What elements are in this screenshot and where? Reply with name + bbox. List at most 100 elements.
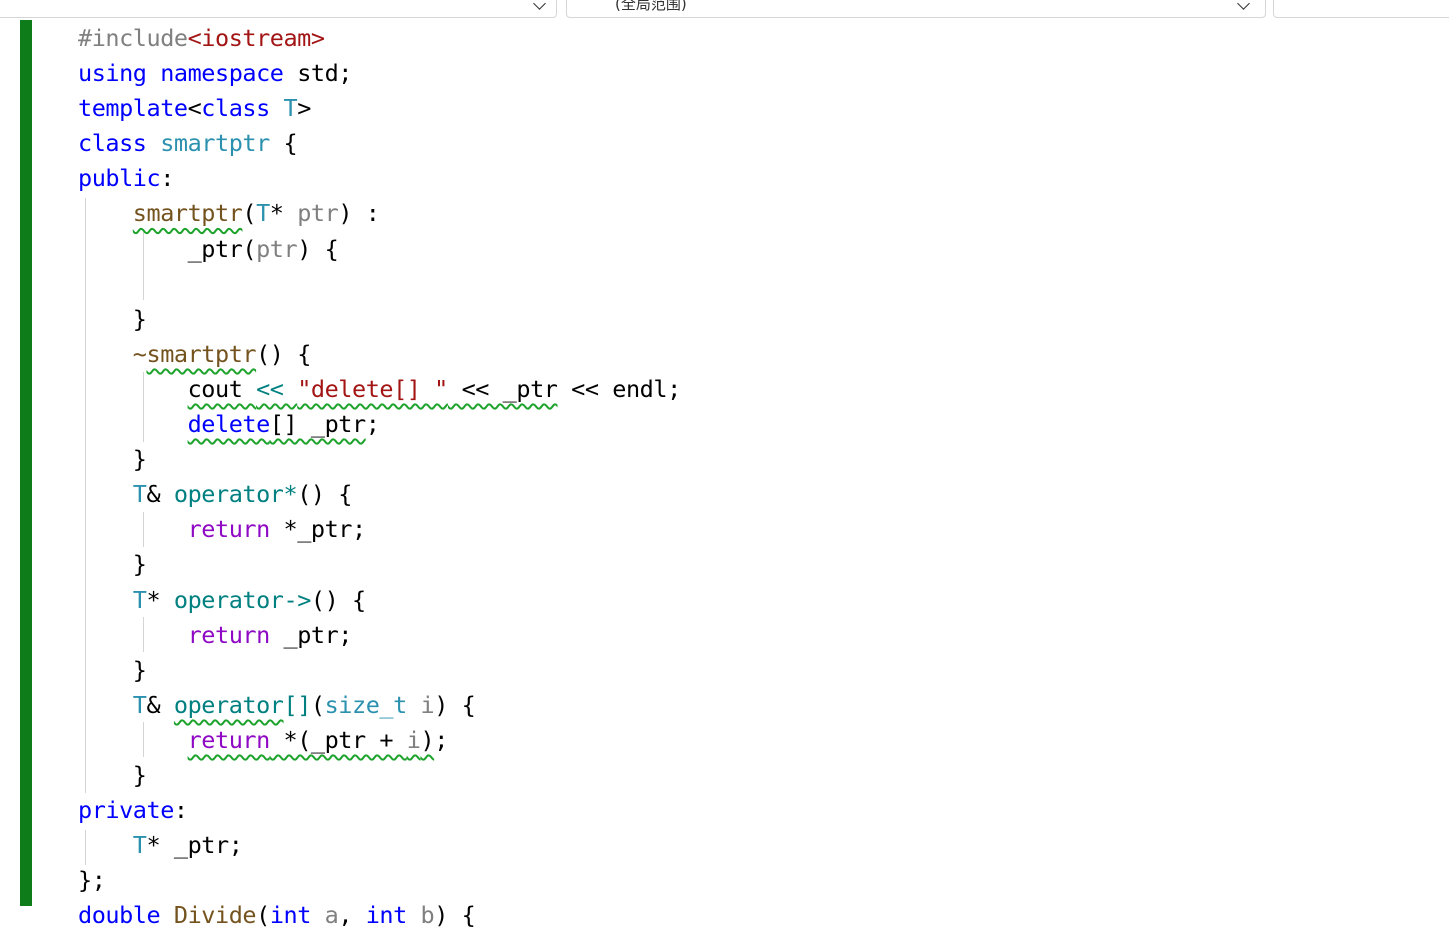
code-token-error: "delete[] "	[297, 374, 448, 403]
code-line[interactable]: }	[78, 302, 681, 337]
code-token-error: <<	[256, 374, 298, 403]
code-token: ptr	[256, 234, 298, 263]
code-token-error: delete	[187, 410, 271, 439]
code-token-error: << _ptr	[447, 374, 558, 403]
code-token: }	[78, 550, 147, 579]
code-line[interactable]: ~smartptr() {	[78, 337, 681, 372]
code-token: size_t	[324, 690, 408, 719]
code-line[interactable]: }	[78, 653, 681, 688]
code-line[interactable]: }	[78, 758, 681, 793]
code-token: T	[132, 585, 147, 614]
code-line[interactable]: private:	[78, 793, 681, 828]
code-token: >	[297, 94, 311, 123]
scope-dropdown[interactable]: (全局范围)	[566, 0, 1266, 18]
code-line[interactable]: }	[78, 442, 681, 477]
code-line[interactable]: double Divide(int a, int b) {	[78, 898, 681, 933]
code-line[interactable]: public:	[78, 161, 681, 196]
code-token: ) :	[338, 199, 380, 228]
code-token: ) {	[297, 234, 339, 263]
code-line[interactable]	[78, 267, 681, 302]
code-token-error: i	[406, 725, 421, 754]
scope-dropdown-value: (全局范围)	[615, 0, 687, 13]
code-line[interactable]: #include<iostream>	[78, 21, 681, 56]
code-editor[interactable]: #include<iostream> using namespace std; te…	[78, 21, 681, 933]
code-token: () {	[297, 480, 352, 509]
code-token: class	[201, 94, 270, 123]
code-token: }	[78, 655, 147, 684]
code-line[interactable]: T& operator[](size_t i) {	[78, 688, 681, 723]
code-token: operator*	[173, 480, 298, 509]
code-token: *	[146, 585, 174, 614]
code-token: }	[78, 304, 147, 333]
code-line[interactable]: smartptr(T* ptr) :	[78, 196, 681, 231]
code-token: <	[187, 94, 202, 123]
code-token: << endl;	[557, 374, 681, 403]
code-token: * _ptr;	[146, 831, 243, 860]
code-token: ) {	[434, 690, 476, 719]
code-token: ptr	[297, 199, 339, 228]
code-token: <iostream>	[187, 24, 325, 52]
project-dropdown[interactable]	[0, 0, 557, 18]
code-token: *	[269, 199, 298, 228]
code-token-error: smartptr	[132, 199, 243, 228]
code-token: :	[160, 164, 174, 193]
editor-navigation-bar: (全局范围)	[0, 0, 1449, 20]
code-token: operator->	[173, 585, 311, 614]
code-token: T	[132, 480, 147, 509]
code-line[interactable]: class smartptr {	[78, 126, 681, 161]
code-token: return	[187, 620, 271, 649]
code-token: i	[420, 690, 435, 719]
code-line[interactable]: T& operator*() {	[78, 477, 681, 512]
code-token: #include	[78, 24, 188, 52]
code-token: };	[78, 866, 106, 895]
code-line[interactable]: _ptr(ptr) {	[78, 232, 681, 267]
code-token: :	[173, 796, 188, 825]
code-token: []	[283, 690, 312, 719]
code-line[interactable]: return _ptr;	[78, 618, 681, 653]
code-line[interactable]: delete[] _ptr;	[78, 407, 681, 442]
code-token: class	[78, 129, 147, 158]
code-line[interactable]: T* _ptr;	[78, 828, 681, 863]
code-line[interactable]: template<class T>	[78, 91, 681, 126]
code-token: public	[78, 164, 161, 193]
code-token-error: [] _ptr	[269, 410, 366, 439]
code-token-error: return	[187, 725, 271, 754]
code-token: T	[256, 199, 270, 228]
code-token: () {	[310, 585, 366, 614]
code-token: (	[242, 199, 257, 228]
code-token: (	[310, 690, 325, 719]
code-token: () {	[256, 339, 311, 368]
code-token: *_ptr;	[269, 515, 366, 544]
code-token-error: *(_ptr +	[269, 725, 407, 754]
member-dropdown[interactable]	[1273, 0, 1449, 18]
code-line[interactable]: T* operator->() {	[78, 583, 681, 618]
code-token: using	[78, 59, 147, 88]
code-line[interactable]: };	[78, 863, 681, 898]
code-line[interactable]: return *(_ptr + i);	[78, 723, 681, 758]
code-line[interactable]: return *_ptr;	[78, 512, 681, 547]
code-token: _ptr(	[78, 234, 257, 263]
code-token: }	[78, 445, 147, 474]
code-token: T	[132, 831, 147, 860]
code-token: &	[146, 480, 174, 509]
change-tracking-bar	[20, 20, 32, 906]
code-line[interactable]: using namespace std;	[78, 56, 681, 91]
code-line[interactable]: cout << "delete[] " << _ptr << endl;	[78, 372, 682, 407]
code-token: T	[283, 94, 298, 123]
code-line[interactable]: }	[78, 547, 681, 582]
code-token: }	[78, 760, 147, 789]
code-token: smartptr	[160, 129, 270, 158]
code-token-error: )	[420, 725, 435, 754]
code-token-error: operator	[173, 690, 284, 719]
